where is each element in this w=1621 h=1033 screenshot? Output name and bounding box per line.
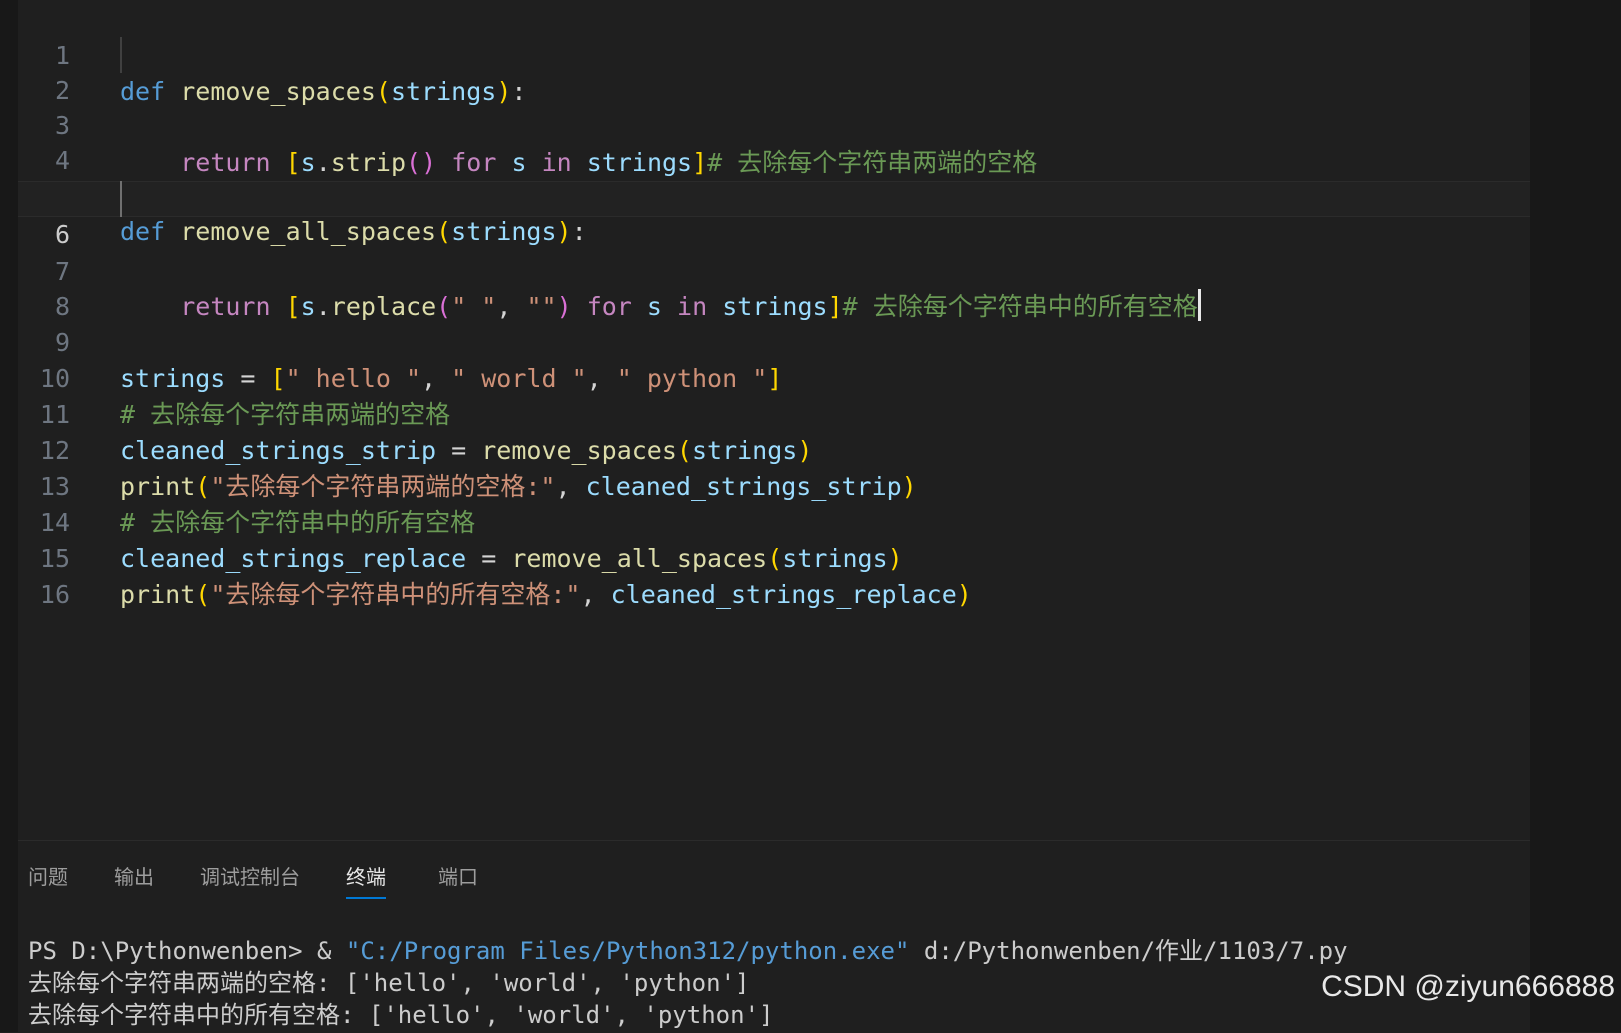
code-line: 3 (18, 72, 1530, 140)
terminal-line: 去除每个字符串两端的空格: ['hello', 'world', 'python… (28, 969, 750, 997)
minimap-area[interactable] (1530, 0, 1621, 1032)
code-editor[interactable]: 1 def remove_spaces(strings): 2 return [… (18, 0, 1530, 840)
code-line-active: 6 return [s.replace(" ", "") for s in st… (18, 181, 1530, 321)
terminal-line: 去除每个字符串中的所有空格: ['hello', 'world', 'pytho… (28, 1001, 774, 1029)
tab-output[interactable]: 输出 (114, 863, 154, 891)
code-line: 11 cleaned_strings_strip = remove_spaces… (18, 361, 1530, 465)
code-line: 9 strings = [" hello ", " world ", " pyt… (18, 289, 1530, 393)
code-line: 15 print("去除每个字符串中的所有空格:", cleaned_strin… (18, 505, 1530, 609)
code-line: 7 (18, 218, 1530, 286)
terminal-exe-path: "C:/Program Files/Python312/python.exe" (345, 937, 910, 965)
code-line: 5 def remove_all_spaces(strings): (18, 142, 1530, 246)
tab-ports[interactable]: 端口 (438, 863, 478, 891)
indent-guide (120, 37, 122, 73)
watermark: CSDN @ziyun666888 (1321, 970, 1615, 1003)
bottom-panel: 问题 输出 调试控制台 终端 端口 PS D:\Pythonwenben> & … (18, 840, 1530, 1033)
code-line: 1 def remove_spaces(strings): (18, 2, 1530, 106)
code-line: 10 # 去除每个字符串两端的空格 (18, 325, 1530, 429)
left-gutter-strip (0, 0, 18, 1032)
tab-debug-console[interactable]: 调试控制台 (200, 863, 300, 891)
active-tab-indicator (346, 897, 386, 899)
code-line: 12 print("去除每个字符串两端的空格:", cleaned_string… (18, 397, 1530, 501)
code-line: 13 # 去除每个字符串中的所有空格 (18, 433, 1530, 537)
code-line: 14 cleaned_strings_replace = remove_all_… (18, 469, 1530, 573)
indent-guide (120, 181, 122, 217)
code-line: 4 (18, 107, 1530, 175)
code-line: 8 (18, 253, 1530, 321)
line-number: 16 (39, 580, 70, 609)
tab-problems[interactable]: 问题 (28, 863, 68, 891)
code-line: 16 (18, 541, 1530, 609)
terminal-prompt: PS D:\Pythonwenben> & (28, 937, 346, 965)
terminal-output[interactable]: PS D:\Pythonwenben> & "C:/Program Files/… (28, 935, 1348, 1031)
tab-terminal[interactable]: 终端 (346, 863, 386, 899)
code-line: 2 return [s.strip() for s in strings]# 去… (18, 37, 1530, 177)
terminal-script-path: d:/Pythonwenben/作业/1103/7.py (909, 937, 1348, 965)
line-code[interactable]: print("去除每个字符串中的所有空格:", cleaned_strings_… (120, 577, 972, 613)
